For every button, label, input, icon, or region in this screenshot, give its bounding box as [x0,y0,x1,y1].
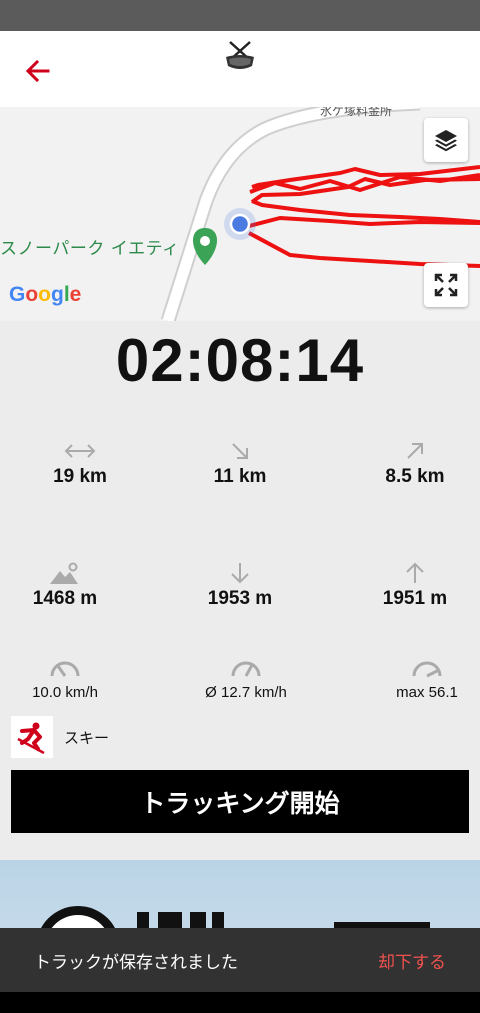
expand-icon [434,273,458,297]
skier-icon [11,716,53,758]
map-facility-label: 氷ケ塚料金所 [320,107,393,118]
stat-descent-value: 1953 m [207,588,273,609]
sport-selector[interactable]: スキー [11,716,109,758]
speedometer-icon [412,661,442,678]
speedometer-icon [50,661,80,677]
stat-speed-value: 10.0 km/h [32,684,98,701]
status-bar [0,0,480,31]
stat-ascent: 1951 m [335,560,480,610]
map-layers-button[interactable] [424,118,468,162]
arrow-down-right-icon [232,443,248,459]
arrow-down-icon [231,563,249,584]
google-attribution: Google [9,283,81,307]
stat-ascent-value: 1951 m [382,588,448,609]
map-pin-icon [192,228,218,265]
app-logo [221,37,259,75]
map-view[interactable]: 氷ケ塚料金所 スノーパーク イエティ Google [0,107,480,321]
stat-avg-speed: Ø 12.7 km/h [166,655,326,701]
stat-altitude: 1468 m [0,560,145,610]
snackbar-message: トラックが保存されました [34,953,238,973]
system-navigation-bar [0,992,480,1013]
arrow-left-icon [25,59,50,83]
gps-track [244,165,480,268]
layers-icon [435,130,457,152]
stat-uphill-distance-value: 8.5 km [385,466,445,487]
stat-downhill-distance-value: 11 km [213,466,267,487]
stat-downhill-distance: 11 km [160,438,320,488]
google-logo-text: Google [9,283,81,306]
stat-distance-value: 19 km [53,466,107,487]
stat-speed: 10.0 km/h [0,655,145,701]
map-poi-label: スノーパーク イエティ [0,239,180,259]
google-logo-letter: o [38,283,51,306]
snackbar-dismiss-button[interactable]: 却下する [378,948,446,973]
back-button[interactable] [22,55,54,87]
stat-max-speed-value: max 56.1 [396,684,458,701]
snackbar: トラックが保存されました 却下する [0,928,480,992]
stat-descent: 1953 m [160,560,320,610]
elapsed-time: 02:08:14 [115,327,365,394]
sport-label: スキー [64,728,110,747]
google-logo-letter: g [51,283,64,306]
google-logo-letter: e [69,283,82,306]
app-bar [0,31,480,107]
google-logo-letter: G [9,283,26,306]
stat-altitude-value: 1468 m [32,588,98,609]
horizontal-arrows-icon [64,444,96,458]
speedometer-icon [231,661,261,677]
arrow-up-right-icon [407,443,423,459]
stat-uphill-distance: 8.5 km [335,438,480,488]
stat-distance: 19 km [0,438,160,488]
stat-avg-speed-value: Ø 12.7 km/h [205,684,287,701]
stat-max-speed: max 56.1 [347,655,480,701]
map-fullscreen-button[interactable] [424,263,468,307]
start-tracking-button[interactable]: トラッキング開始 [11,770,469,833]
google-logo-letter: o [25,283,39,306]
arrow-up-icon [406,562,424,583]
mountain-pin-icon [50,562,78,584]
